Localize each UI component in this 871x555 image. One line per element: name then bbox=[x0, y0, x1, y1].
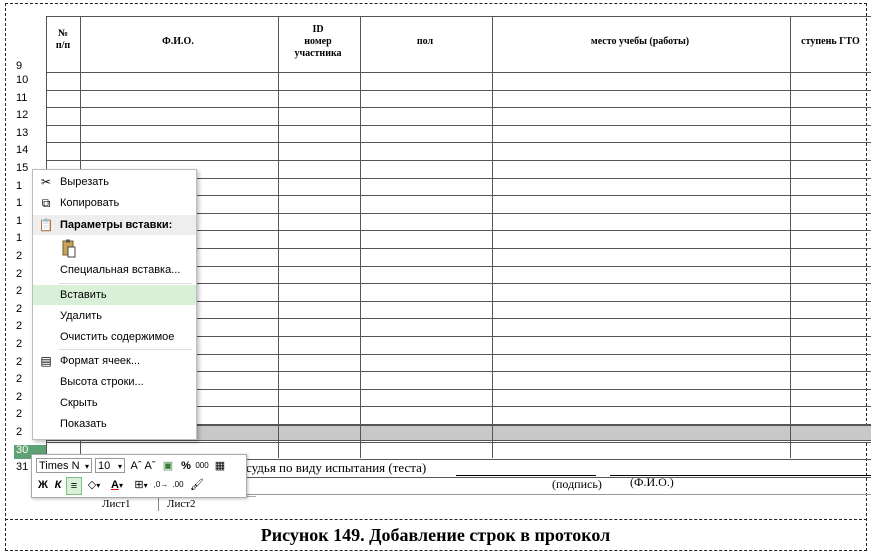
chevron-down-icon: ▾ bbox=[117, 462, 122, 471]
font-size-select[interactable]: 10 ▾ bbox=[95, 458, 125, 473]
sheet-tab[interactable]: Лист2 bbox=[158, 497, 204, 511]
menu-label: Вставить bbox=[60, 289, 107, 301]
menu-item-clear[interactable]: Очистить содержимое bbox=[33, 327, 196, 347]
signature-fio: (Ф.И.О.) bbox=[630, 475, 674, 489]
col-header-sex: пол bbox=[416, 36, 434, 47]
grid-line bbox=[46, 89, 871, 91]
menu-label: Специальная вставка... bbox=[60, 264, 181, 276]
row-header[interactable]: 10 bbox=[14, 75, 46, 89]
grid-line bbox=[46, 441, 871, 443]
paste-icon[interactable] bbox=[62, 239, 76, 258]
grid-line bbox=[790, 16, 791, 458]
menu-separator bbox=[59, 283, 192, 284]
col-header-fio: Ф.И.О. bbox=[162, 36, 194, 47]
col-header-id: ID номер участника bbox=[294, 24, 342, 59]
menu-item-hide[interactable]: Скрыть bbox=[33, 393, 196, 413]
align-center-icon[interactable]: ≡ bbox=[66, 477, 82, 495]
grid-line bbox=[46, 107, 871, 109]
percent-button[interactable]: % bbox=[180, 458, 192, 474]
menu-item-cut[interactable]: ✂ Вырезать bbox=[33, 172, 196, 192]
menu-label: Параметры вставки: bbox=[60, 219, 173, 231]
menu-item-paste-special[interactable]: Специальная вставка... bbox=[33, 260, 196, 280]
grid-line bbox=[46, 142, 871, 144]
fill-color-icon[interactable]: ◇▾ bbox=[83, 477, 105, 493]
menu-label: Удалить bbox=[60, 310, 102, 322]
font-name-value: Times N bbox=[39, 460, 80, 472]
row-header[interactable]: 12 bbox=[14, 110, 46, 124]
signature-line bbox=[456, 475, 596, 476]
signature-label: судья по виду испытания (теста) bbox=[246, 460, 427, 475]
grid-line bbox=[46, 160, 871, 161]
shrink-font-icon[interactable]: Aˇ bbox=[144, 458, 156, 474]
copy-icon: ⧉ bbox=[41, 196, 51, 210]
grid-line bbox=[492, 16, 493, 458]
menu-item-format-cells[interactable]: ▤ Формат ячеек... bbox=[33, 351, 196, 371]
font-color-icon[interactable]: A▾ bbox=[106, 477, 128, 493]
row-header[interactable]: 9 bbox=[14, 61, 46, 72]
row-header[interactable]: 13 bbox=[14, 127, 46, 142]
menu-label: Показать bbox=[60, 418, 107, 430]
menu-separator bbox=[59, 349, 192, 350]
row-header[interactable]: 14 bbox=[14, 145, 46, 159]
grid-line bbox=[278, 16, 279, 458]
currency-format-icon[interactable]: ▣ bbox=[159, 458, 177, 474]
format-cells-icon: ▤ bbox=[40, 354, 52, 368]
menu-label: Скрыть bbox=[60, 397, 98, 409]
chevron-down-icon: ▾ bbox=[84, 462, 89, 471]
row-header[interactable]: 11 bbox=[14, 92, 46, 107]
font-name-select[interactable]: Times N ▾ bbox=[36, 458, 92, 473]
format-painter-icon[interactable]: 🖌 bbox=[189, 477, 205, 493]
col-header-num: № п/п bbox=[55, 28, 71, 51]
bold-button[interactable]: Ж bbox=[37, 477, 49, 493]
grid-line bbox=[360, 16, 361, 458]
caption-divider bbox=[5, 519, 867, 520]
menu-item-row-height[interactable]: Высота строки... bbox=[33, 372, 196, 392]
col-header-gto: ступень ГТО bbox=[801, 36, 860, 47]
borders-icon[interactable]: ⊞▾ bbox=[130, 477, 152, 493]
col-header-place: место учебы (работы) bbox=[590, 36, 690, 47]
thousands-separator-button[interactable]: 000 bbox=[193, 458, 211, 474]
grid-line bbox=[46, 72, 871, 73]
menu-label: Формат ячеек... bbox=[60, 355, 141, 367]
menu-label: Вырезать bbox=[60, 176, 109, 188]
menu-label: Копировать bbox=[60, 197, 120, 209]
increase-decimal-icon[interactable]: ,0→ bbox=[153, 477, 169, 493]
sheet-tab[interactable]: Лист1 bbox=[94, 497, 139, 511]
font-size-value: 10 bbox=[98, 460, 111, 472]
scissors-icon: ✂ bbox=[40, 175, 52, 189]
menu-group-paste-options: 📋 Параметры вставки: bbox=[33, 215, 196, 235]
menu-label: Очистить содержимое bbox=[60, 331, 175, 343]
menu-item-insert[interactable]: Вставить bbox=[33, 285, 196, 305]
format-table-icon[interactable]: ▦ bbox=[213, 458, 227, 474]
mini-toolbar: Times N ▾ 10 ▾ Aˆ Aˇ ▣ % 000 ▦ Ж К ≡ ◇▾ … bbox=[31, 454, 247, 498]
signature-podpis: (подпись) bbox=[552, 477, 602, 491]
menu-item-show[interactable]: Показать bbox=[33, 414, 196, 434]
menu-item-delete[interactable]: Удалить bbox=[33, 306, 196, 326]
grid-line bbox=[46, 124, 871, 126]
decrease-decimal-icon[interactable]: .00 bbox=[170, 477, 186, 493]
menu-item-copy[interactable]: ⧉ Копировать bbox=[33, 193, 196, 213]
grid-line bbox=[46, 16, 871, 17]
clipboard-icon: 📋 bbox=[38, 218, 54, 232]
grow-font-icon[interactable]: Aˆ bbox=[130, 458, 142, 474]
figure-caption: Рисунок 149. Добавление строк в протокол bbox=[260, 525, 611, 545]
italic-button[interactable]: К bbox=[52, 477, 64, 493]
context-menu: ✂ Вырезать ⧉ Копировать 📋 Параметры вста… bbox=[32, 169, 197, 440]
menu-label: Высота строки... bbox=[60, 376, 144, 388]
sheet-tabs: Лист1 Лист2 bbox=[46, 496, 256, 511]
